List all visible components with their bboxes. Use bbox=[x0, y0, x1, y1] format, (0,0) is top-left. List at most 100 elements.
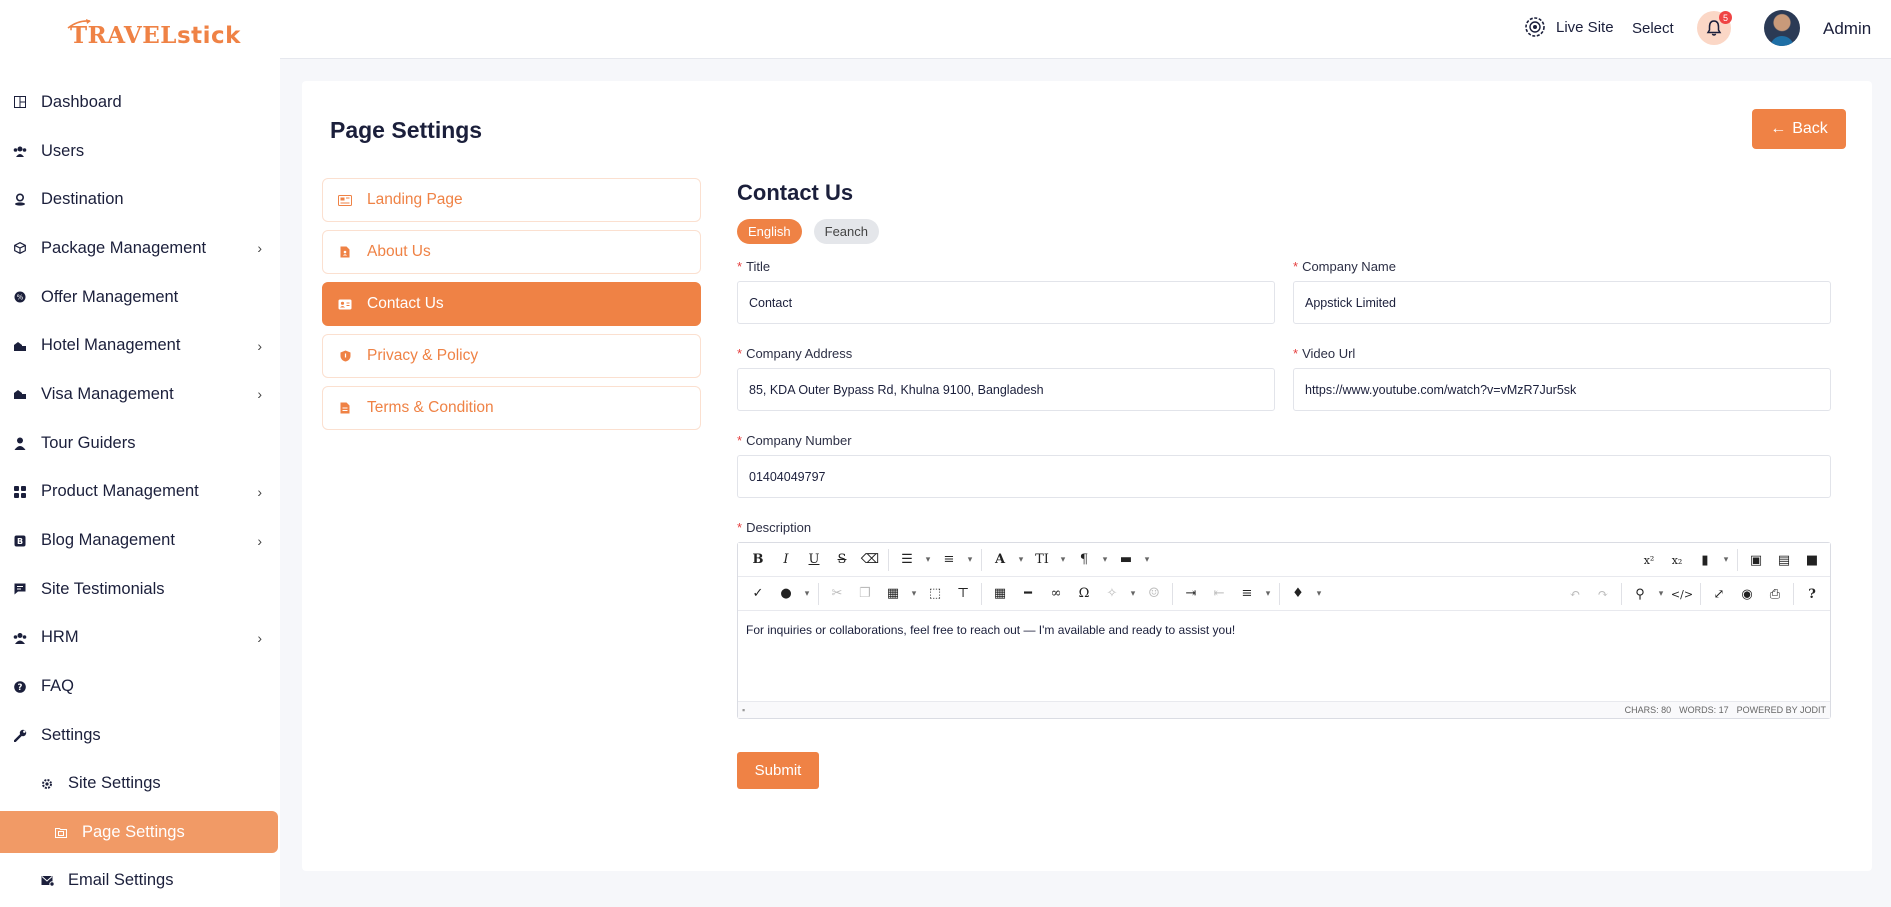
blog-icon: B bbox=[13, 534, 27, 548]
undo-icon[interactable]: ↶ bbox=[1561, 581, 1589, 607]
chevron-down-icon[interactable]: ▾ bbox=[1126, 581, 1140, 607]
company-address-input[interactable]: 85, KDA Outer Bypass Rd, Khulna 9100, Ba… bbox=[737, 368, 1275, 411]
chevron-down-icon[interactable]: ▾ bbox=[1312, 581, 1326, 607]
sidebar-item-destination[interactable]: Destination bbox=[0, 175, 280, 224]
brush-icon[interactable]: ♦ bbox=[1284, 581, 1312, 607]
paste-icon[interactable]: ▦ bbox=[879, 581, 907, 607]
title-input[interactable]: Contact bbox=[737, 281, 1275, 324]
submit-button[interactable]: Submit bbox=[737, 752, 819, 789]
page-title: Page Settings bbox=[330, 117, 483, 143]
indent-icon[interactable]: ⇥ bbox=[1177, 581, 1205, 607]
chevron-down-icon[interactable]: ▾ bbox=[1098, 547, 1112, 573]
ai-assistant-icon[interactable]: ✧ bbox=[1098, 581, 1126, 607]
format-painter-icon[interactable]: ⊤ bbox=[949, 581, 977, 607]
chevron-down-icon[interactable]: ▾ bbox=[963, 547, 977, 573]
chevron-down-icon[interactable]: ▾ bbox=[1261, 581, 1275, 607]
find-icon[interactable]: ⚲ bbox=[1626, 581, 1654, 607]
language-english[interactable]: English bbox=[737, 219, 802, 244]
paragraph-icon[interactable]: ¶ bbox=[1070, 547, 1098, 573]
italic-icon[interactable]: I bbox=[772, 547, 800, 573]
sidebar: TRAVELstick Dashboard Users Destination … bbox=[0, 0, 280, 907]
redo-icon[interactable]: ↷ bbox=[1589, 581, 1617, 607]
source-code-icon[interactable]: </> bbox=[1668, 581, 1696, 607]
resize-handle-icon[interactable]: ▪ bbox=[742, 705, 745, 715]
sidebar-item-email-settings[interactable]: Email Settings bbox=[0, 856, 280, 905]
select-all-icon[interactable]: ⬚ bbox=[921, 581, 949, 607]
copy-icon[interactable]: ❐ bbox=[851, 581, 879, 607]
underline-icon[interactable]: U bbox=[800, 547, 828, 573]
symbol-icon[interactable]: Ω bbox=[1070, 581, 1098, 607]
sidebar-item-label: Hotel Management bbox=[41, 336, 181, 355]
sidebar-item-product-management[interactable]: Product Management › bbox=[0, 468, 280, 517]
company-name-label-text: Company Name bbox=[1302, 259, 1396, 274]
tab-contact-us[interactable]: Contact Us bbox=[322, 282, 701, 326]
sidebar-item-page-settings[interactable]: Page Settings bbox=[0, 811, 278, 854]
help-icon[interactable]: ? bbox=[1798, 581, 1826, 607]
fullscreen-icon[interactable]: ⤢ bbox=[1705, 581, 1733, 607]
ai-commands-icon[interactable]: ☺ bbox=[1140, 581, 1168, 607]
bold-icon[interactable]: B bbox=[744, 547, 772, 573]
user-name[interactable]: Admin bbox=[1823, 19, 1871, 39]
image-icon[interactable]: ▣ bbox=[1742, 547, 1770, 573]
tab-terms-condition[interactable]: Terms & Condition bbox=[322, 386, 701, 430]
live-site-link[interactable]: Live Site bbox=[1524, 16, 1614, 38]
sidebar-item-users[interactable]: Users bbox=[0, 127, 280, 176]
sidebar-item-visa-management[interactable]: Visa Management › bbox=[0, 370, 280, 419]
tab-about-us[interactable]: About Us bbox=[322, 230, 701, 274]
font-icon[interactable]: A bbox=[986, 547, 1014, 573]
align-icon[interactable]: ≡ bbox=[1233, 581, 1261, 607]
chevron-down-icon[interactable]: ▾ bbox=[1654, 581, 1668, 607]
spellcheck-icon[interactable]: ✓ bbox=[744, 581, 772, 607]
tab-landing-page[interactable]: Landing Page bbox=[322, 178, 701, 222]
description-editor-content[interactable]: For inquiries or collaborations, feel fr… bbox=[738, 611, 1830, 701]
horizontal-line-icon[interactable]: ━ bbox=[1014, 581, 1042, 607]
sidebar-item-site-settings[interactable]: Site Settings bbox=[0, 760, 280, 809]
chevron-down-icon[interactable]: ▾ bbox=[800, 581, 814, 607]
location-icon bbox=[13, 193, 27, 207]
chevron-down-icon[interactable]: ▾ bbox=[921, 547, 935, 573]
sidebar-item-blog-management[interactable]: B Blog Management › bbox=[0, 516, 280, 565]
sidebar-item-site-testimonials[interactable]: Site Testimonials bbox=[0, 565, 280, 614]
sidebar-item-hotel-management[interactable]: Hotel Management › bbox=[0, 321, 280, 370]
cut-icon[interactable]: ✂ bbox=[823, 581, 851, 607]
chevron-down-icon[interactable]: ▾ bbox=[907, 581, 921, 607]
company-number-input[interactable]: 01404049797 bbox=[737, 455, 1831, 498]
chevron-down-icon[interactable]: ▾ bbox=[1056, 547, 1070, 573]
link-icon[interactable]: ∞ bbox=[1042, 581, 1070, 607]
sidebar-item-tour-guiders[interactable]: Tour Guiders bbox=[0, 419, 280, 468]
outdent-icon[interactable]: ⇤ bbox=[1205, 581, 1233, 607]
table-icon[interactable]: ▦ bbox=[986, 581, 1014, 607]
microphone-icon[interactable]: ● bbox=[772, 581, 800, 607]
sidebar-item-faq[interactable]: ? FAQ bbox=[0, 662, 280, 711]
toolbar-separator bbox=[1621, 583, 1622, 605]
eraser-icon[interactable]: ⌫ bbox=[856, 547, 884, 573]
sidebar-item-settings[interactable]: Settings bbox=[0, 711, 280, 760]
avatar[interactable] bbox=[1764, 10, 1800, 46]
file-icon[interactable]: ▮ bbox=[1691, 547, 1719, 573]
chevron-down-icon[interactable]: ▾ bbox=[1014, 547, 1028, 573]
preview-icon[interactable]: ◉ bbox=[1733, 581, 1761, 607]
sidebar-item-offer-management[interactable]: % Offer Management bbox=[0, 273, 280, 322]
bullet-list-icon[interactable]: ☰ bbox=[893, 547, 921, 573]
tab-privacy-policy[interactable]: Privacy & Policy bbox=[322, 334, 701, 378]
video-url-input[interactable]: https://www.youtube.com/watch?v=vMzR7Jur… bbox=[1293, 368, 1831, 411]
print-icon[interactable]: ⎙ bbox=[1761, 581, 1789, 607]
subscript-icon[interactable]: x₂ bbox=[1663, 547, 1691, 573]
sidebar-item-package-management[interactable]: Package Management › bbox=[0, 224, 280, 273]
language-select[interactable]: Select bbox=[1632, 20, 1674, 37]
numbered-list-icon[interactable]: ≡ bbox=[935, 547, 963, 573]
company-name-input[interactable]: Appstick Limited bbox=[1293, 281, 1831, 324]
logo[interactable]: TRAVELstick bbox=[67, 18, 241, 52]
sidebar-item-hrm[interactable]: HRM › bbox=[0, 614, 280, 663]
video-icon[interactable]: ■ bbox=[1798, 547, 1826, 573]
line-height-icon[interactable]: ▬ bbox=[1112, 547, 1140, 573]
font-size-icon[interactable]: TI bbox=[1028, 547, 1056, 573]
back-button[interactable]: ← Back bbox=[1752, 109, 1846, 149]
document-icon[interactable]: ▤ bbox=[1770, 547, 1798, 573]
strikethrough-icon[interactable]: S bbox=[828, 547, 856, 573]
superscript-icon[interactable]: x² bbox=[1635, 547, 1663, 573]
chevron-down-icon[interactable]: ▾ bbox=[1140, 547, 1154, 573]
sidebar-item-dashboard[interactable]: Dashboard bbox=[0, 78, 280, 127]
language-french[interactable]: Feanch bbox=[813, 219, 880, 244]
chevron-down-icon[interactable]: ▾ bbox=[1719, 547, 1733, 573]
